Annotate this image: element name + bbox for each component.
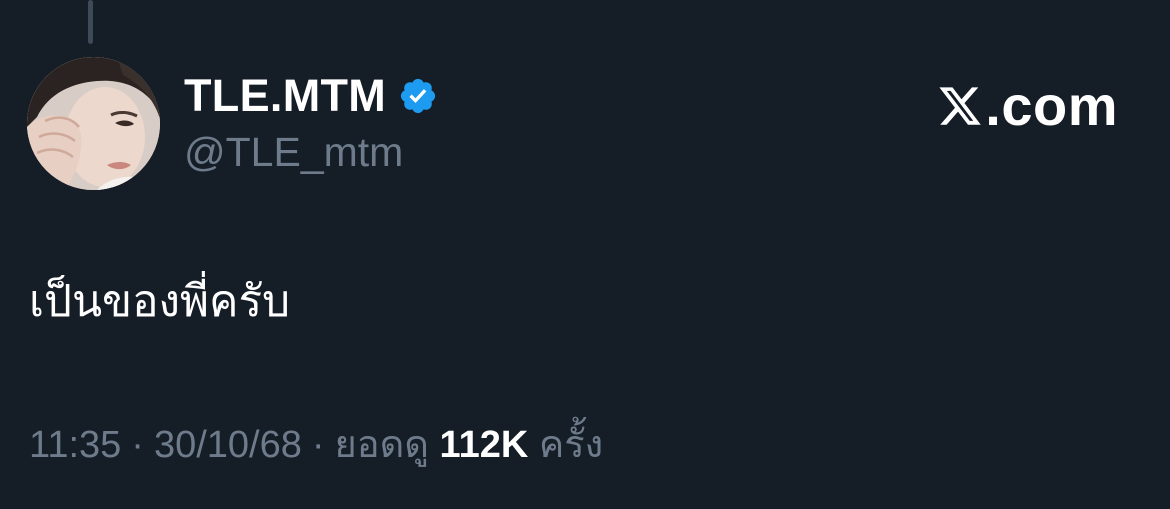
post-time[interactable]: 11:35: [29, 424, 121, 466]
author-display-name[interactable]: TLE.MTM: [184, 68, 386, 124]
verified-badge-icon: [400, 78, 436, 114]
x-logo-icon: [939, 87, 982, 125]
post-meta: 11:35 · 30/10/68 · ยอดดู 112K ครั้ง: [29, 414, 603, 475]
brand-domain-text: .com: [985, 74, 1118, 137]
avatar[interactable]: [27, 57, 160, 190]
meta-separator: ·: [311, 424, 325, 466]
author-name-row[interactable]: TLE.MTM: [184, 68, 438, 124]
meta-separator: ·: [131, 424, 144, 466]
thread-connector-line: [88, 0, 93, 44]
views-suffix: ครั้ง: [538, 422, 604, 466]
views-prefix: ยอดดู: [334, 422, 429, 466]
avatar-photo: [27, 57, 160, 190]
author-handle[interactable]: @TLE_mtm: [184, 126, 403, 178]
brand-watermark: .com: [937, 74, 1118, 138]
views-count[interactable]: 112K: [440, 424, 529, 466]
post-text: เป็นของพี่ครับ: [29, 276, 291, 327]
post-date[interactable]: 30/10/68: [154, 424, 302, 466]
